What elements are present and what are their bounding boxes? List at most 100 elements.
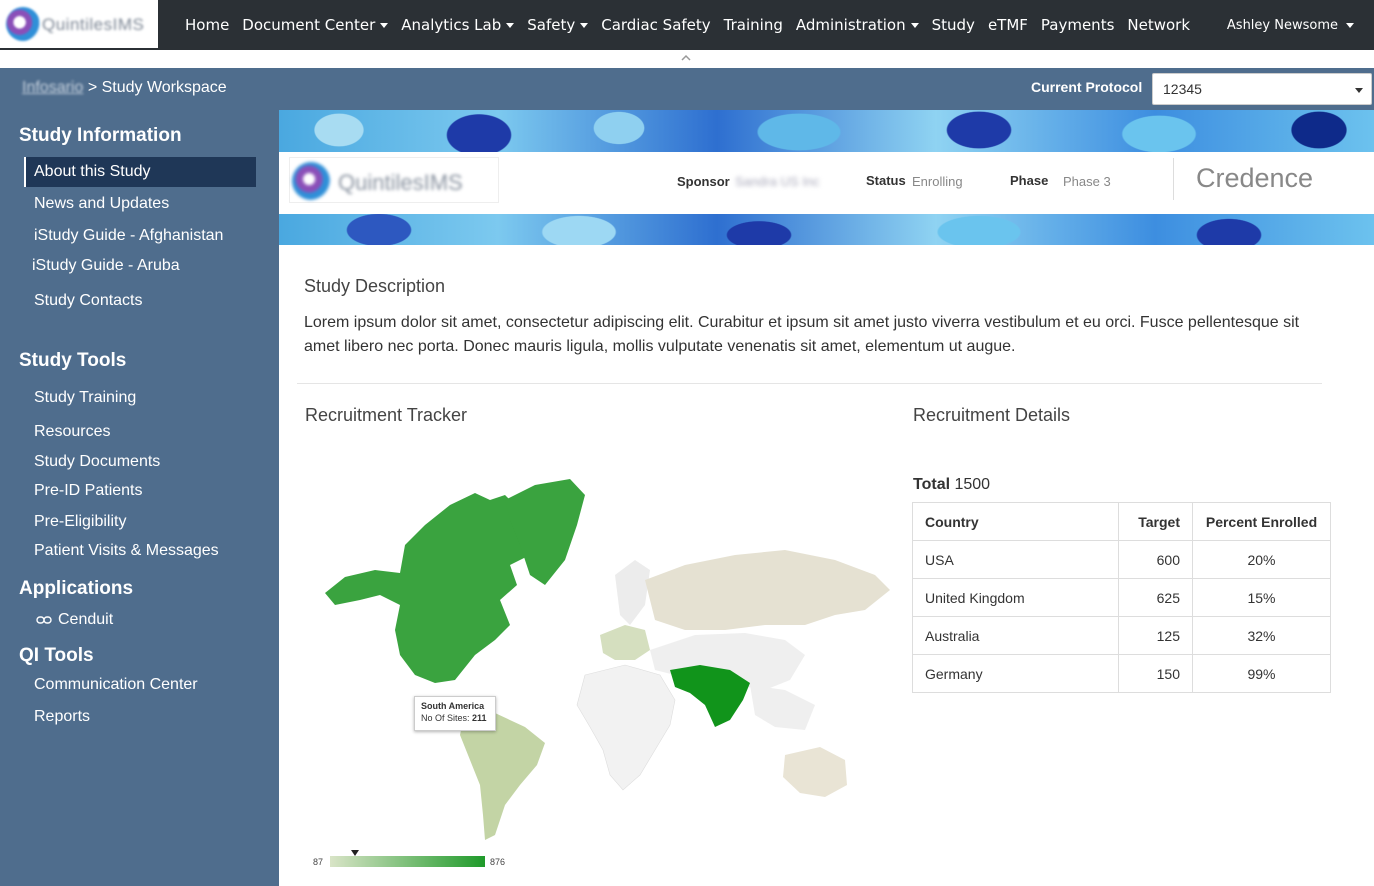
sidebar-heading-qi-tools: QI Tools [19, 645, 94, 666]
caret-down-icon [1355, 88, 1363, 93]
tooltip-body: No Of Sites: 211 [421, 712, 489, 724]
map-region-australia[interactable] [783, 747, 847, 797]
cell-country: USA [912, 540, 1119, 579]
study-description-text: Lorem ipsum dolor sit amet, consectetur … [304, 314, 1300, 355]
table-row: Australia 125 32% [912, 616, 1331, 655]
world-map[interactable] [305, 465, 900, 845]
breadcrumb-separator: > [83, 79, 102, 96]
nav-safety[interactable]: Safety [527, 16, 601, 34]
top-navbar: QuintilesIMS Home Document Center Analyt… [0, 0, 1374, 50]
sidebar-heading-applications: Applications [19, 578, 134, 599]
sub-header: Infosario > Study Workspace Current Prot… [0, 68, 1374, 110]
sidebar-item-patient-visits-messages[interactable]: Patient Visits & Messages [34, 542, 219, 560]
tooltip-value: 211 [472, 713, 487, 723]
sponsor-logo: QuintilesIMS [289, 157, 499, 203]
sidebar-item-study-documents[interactable]: Study Documents [34, 453, 160, 471]
user-menu[interactable]: Ashley Newsome [1227, 0, 1354, 50]
sidebar-item-news-and-updates[interactable]: News and Updates [34, 195, 169, 213]
column-header-country[interactable]: Country [912, 502, 1119, 541]
cell-target: 600 [1118, 540, 1193, 579]
sidebar-item-study-training[interactable]: Study Training [34, 389, 136, 407]
map-legend-gradient [330, 856, 485, 867]
total-summary: Total 1500 [913, 476, 990, 494]
logo-text: QuintilesIMS [338, 170, 463, 195]
breadcrumb: Infosario > Study Workspace [22, 79, 227, 97]
sidebar-item-pre-eligibility[interactable]: Pre-Eligibility [34, 513, 126, 531]
cell-country: Australia [912, 616, 1119, 655]
table-row: USA 600 20% [912, 540, 1331, 579]
sidebar-item-istudy-guide-afghanistan[interactable]: iStudy Guide - Afghanistan [34, 227, 223, 245]
map-region-russia[interactable] [645, 550, 890, 630]
cell-country: Germany [912, 654, 1119, 693]
caret-down-icon [380, 23, 389, 28]
divider [1173, 158, 1174, 200]
protocol-select-value: 12345 [1163, 81, 1202, 97]
chevron-up-icon[interactable] [680, 52, 692, 62]
logo-mark-icon [6, 7, 40, 41]
caret-down-icon [506, 23, 515, 28]
sponsor-label: Sponsor [677, 174, 730, 189]
recruitment-details-title: Recruitment Details [913, 405, 1071, 425]
protocol-select[interactable]: 12345 [1152, 73, 1372, 105]
recruitment-table: Country Target Percent Enrolled USA 600 … [912, 502, 1331, 693]
sidebar: Study Information About this Study News … [0, 110, 279, 886]
nav-administration[interactable]: Administration [796, 16, 932, 34]
user-name: Ashley Newsome [1226, 17, 1338, 33]
nav-payments[interactable]: Payments [1041, 16, 1127, 34]
main-nav: Home Document Center Analytics Lab Safet… [185, 0, 1203, 50]
sidebar-item-cenduit[interactable]: Cenduit [36, 611, 113, 629]
study-description-title: Study Description [304, 276, 446, 296]
column-header-percent-enrolled[interactable]: Percent Enrolled [1192, 502, 1331, 541]
study-banner-card: QuintilesIMS Sponsor Sandra US Inc Statu… [279, 152, 1374, 214]
map-region-southeast-asia[interactable] [750, 685, 815, 730]
status-value: Enrolling [912, 174, 963, 189]
logo-mark-icon [292, 162, 330, 200]
protocol-label: Current Protocol [1031, 79, 1143, 95]
legend-max: 876 [490, 857, 506, 867]
nav-network[interactable]: Network [1127, 16, 1203, 34]
sidebar-item-istudy-guide-aruba[interactable]: iStudy Guide - Aruba [32, 257, 180, 275]
nav-home[interactable]: Home [185, 16, 242, 34]
sidebar-item-reports[interactable]: Reports [34, 708, 90, 726]
recruitment-tracker-title: Recruitment Tracker [305, 405, 468, 425]
table-header-row: Country Target Percent Enrolled [912, 502, 1331, 541]
map-region-greenland[interactable] [505, 479, 585, 585]
breadcrumb-current: Study Workspace [101, 79, 227, 96]
divider [297, 383, 1322, 384]
nav-analytics-lab[interactable]: Analytics Lab [401, 16, 527, 34]
sidebar-item-pre-id-patients[interactable]: Pre-ID Patients [34, 482, 142, 500]
table-row: Germany 150 99% [912, 654, 1331, 693]
nav-training[interactable]: Training [724, 16, 796, 34]
nav-cardiac-safety[interactable]: Cardiac Safety [601, 16, 723, 34]
nav-etmf[interactable]: eTMF [988, 16, 1041, 34]
cell-target: 625 [1118, 578, 1193, 617]
nav-document-center[interactable]: Document Center [242, 16, 401, 34]
sponsor-value: Sandra US Inc [735, 174, 820, 189]
caret-down-icon [910, 23, 919, 28]
total-value: 1500 [954, 476, 991, 493]
status-label: Status [866, 173, 906, 188]
logo-text: QuintilesIMS [42, 15, 145, 34]
cell-percent: 20% [1192, 540, 1331, 579]
nav-study[interactable]: Study [932, 16, 988, 34]
sidebar-item-resources[interactable]: Resources [34, 423, 110, 441]
phase-value: Phase 3 [1063, 174, 1111, 189]
map-region-africa[interactable] [576, 664, 676, 791]
cell-country: United Kingdom [912, 578, 1119, 617]
map-region-europe[interactable] [600, 625, 650, 660]
brand-logo[interactable]: QuintilesIMS [0, 0, 158, 48]
sidebar-item-study-contacts[interactable]: Study Contacts [34, 292, 143, 310]
column-header-target[interactable]: Target [1118, 502, 1193, 541]
sidebar-item-about-this-study[interactable]: About this Study [34, 163, 151, 181]
map-region-europe-north[interactable] [615, 560, 650, 625]
map-region-north-america[interactable] [325, 493, 535, 683]
sidebar-heading-study-information: Study Information [19, 125, 182, 146]
legend-min: 87 [313, 857, 324, 867]
cell-percent: 99% [1192, 654, 1331, 693]
tooltip-label: No Of Sites: [421, 713, 470, 723]
breadcrumb-link-home[interactable]: Infosario [22, 79, 83, 96]
sidebar-item-communication-center[interactable]: Communication Center [34, 676, 198, 694]
sidebar-heading-study-tools: Study Tools [19, 350, 127, 371]
phase-label: Phase [1010, 173, 1049, 188]
sidebar-item-label: Cenduit [58, 611, 114, 628]
